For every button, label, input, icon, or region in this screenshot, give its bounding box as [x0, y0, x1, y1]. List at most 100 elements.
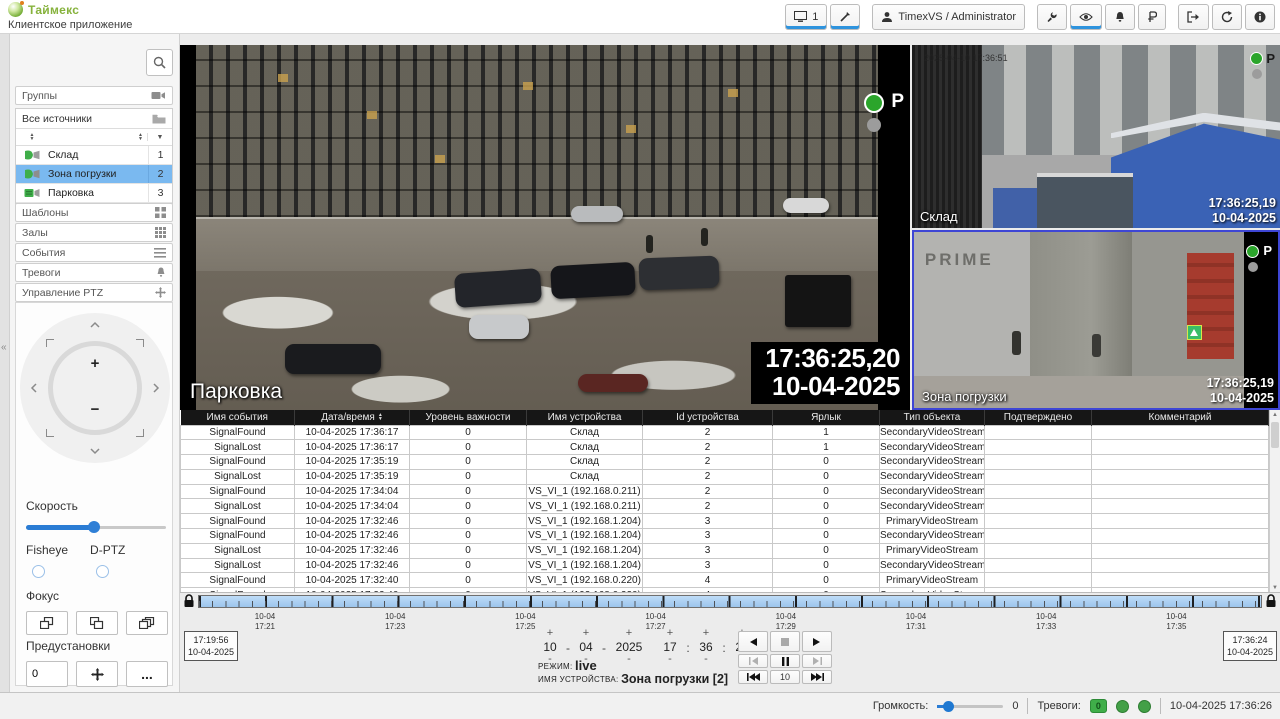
- sort-icon-name-column[interactable]: ▲▼: [138, 133, 143, 141]
- table-row[interactable]: SignalLost10-04-2025 17:32:460VS_VI_1 (1…: [181, 558, 1269, 573]
- lock-left-icon[interactable]: [183, 594, 195, 608]
- minute-increment-button[interactable]: +: [703, 629, 709, 640]
- monitor-button[interactable]: 1: [785, 4, 827, 30]
- month-increment-button[interactable]: +: [583, 629, 589, 640]
- ptz-left-icon[interactable]: [30, 382, 38, 394]
- fisheye-radio[interactable]: [32, 565, 45, 578]
- column-header[interactable]: Ярлык: [773, 410, 880, 425]
- alarms-button[interactable]: [1105, 4, 1135, 30]
- ptz-joystick[interactable]: + −: [20, 313, 170, 463]
- preset-go-button[interactable]: [76, 661, 118, 687]
- hour-increment-button[interactable]: +: [667, 629, 673, 640]
- table-scrollbar[interactable]: ▲ ▼: [1269, 410, 1280, 593]
- ptz-down-left-icon[interactable]: [46, 429, 54, 437]
- column-header[interactable]: Комментарий: [1092, 410, 1269, 425]
- pointer-tool-button[interactable]: [830, 4, 860, 30]
- panel-alarms[interactable]: Тревоги: [15, 263, 173, 282]
- table-row[interactable]: SignalFound10-04-2025 17:32:460VS_VI_1 (…: [181, 514, 1269, 529]
- day-increment-button[interactable]: +: [547, 629, 553, 640]
- ptz-up-icon[interactable]: [89, 321, 101, 329]
- table-row[interactable]: SignalLost10-04-2025 17:36:170Склад21Sec…: [181, 440, 1269, 455]
- info-button[interactable]: [1245, 4, 1275, 30]
- panel-ptz[interactable]: Управление PTZ: [15, 283, 173, 302]
- pause-button[interactable]: [770, 654, 800, 668]
- playback-speed-value[interactable]: 10: [770, 670, 800, 684]
- dptz-radio[interactable]: [96, 565, 109, 578]
- logout-button[interactable]: [1178, 4, 1209, 30]
- alarm-bell-icon: [156, 267, 166, 278]
- table-row[interactable]: SignalFound10-04-2025 17:32:400VS_VI_1 (…: [181, 573, 1269, 588]
- panel-templates[interactable]: Шаблоны: [15, 203, 173, 222]
- year-decrement-button[interactable]: -: [627, 655, 631, 666]
- focus-auto-button[interactable]: [126, 611, 168, 635]
- user-button[interactable]: TimexVS / Administrator: [872, 4, 1025, 30]
- play-backward-button[interactable]: [738, 631, 768, 652]
- column-header[interactable]: Id устройства: [643, 410, 773, 425]
- source-row-sklad[interactable]: Склад 1: [16, 146, 172, 165]
- preset-number-input[interactable]: [26, 661, 68, 687]
- lock-right-icon[interactable]: [1265, 594, 1277, 608]
- ptz-down-right-icon[interactable]: [136, 429, 144, 437]
- camera-tile-sklad[interactable]: 2025-04-10 17:36:51 P Склад 17:36:25,19 …: [912, 45, 1280, 228]
- year-increment-button[interactable]: +: [626, 629, 632, 640]
- sidebar-collapse-strip[interactable]: «: [0, 34, 10, 692]
- all-sources-node[interactable]: Все источники: [16, 109, 172, 129]
- stop-button[interactable]: [770, 631, 800, 652]
- skip-end-button[interactable]: [802, 670, 832, 684]
- volume-slider[interactable]: [937, 701, 1003, 712]
- table-cell: 2: [643, 425, 773, 440]
- step-backward-button[interactable]: [738, 654, 768, 668]
- table-row[interactable]: SignalFound10-04-2025 17:32:460VS_VI_1 (…: [181, 529, 1269, 544]
- scroll-down-icon[interactable]: ▼: [1272, 585, 1278, 591]
- camera-tile-zona-selected[interactable]: PRIME P Зона погрузки 17:36:25,19 10-04-…: [912, 230, 1280, 410]
- timeline-bar[interactable]: [198, 595, 1262, 608]
- column-header[interactable]: Дата/время▲▼: [295, 410, 410, 425]
- alarms-count-badge[interactable]: 0: [1090, 699, 1107, 713]
- skip-start-button[interactable]: [738, 670, 768, 684]
- ptz-down-icon[interactable]: [89, 447, 101, 455]
- table-row[interactable]: SignalFound10-04-2025 17:36:170Склад21Se…: [181, 425, 1269, 440]
- column-header[interactable]: Уровень важности: [410, 410, 527, 425]
- refresh-button[interactable]: [1212, 4, 1242, 30]
- settings-button[interactable]: [1037, 4, 1067, 30]
- zoom-in-button[interactable]: +: [91, 355, 100, 372]
- filter-dropdown-icon[interactable]: ▼: [157, 134, 164, 141]
- column-header[interactable]: Имя устройства: [527, 410, 643, 425]
- sort-icon-icon-column[interactable]: ▲▼: [30, 133, 35, 141]
- search-button[interactable]: [146, 49, 173, 76]
- focus-near-button[interactable]: [26, 611, 68, 635]
- scrollbar-thumb[interactable]: [1271, 422, 1279, 448]
- focus-far-button[interactable]: [76, 611, 118, 635]
- panel-events[interactable]: События: [15, 243, 173, 262]
- column-header[interactable]: Подтверждено: [985, 410, 1092, 425]
- table-row[interactable]: SignalLost10-04-2025 17:34:040VS_VI_1 (1…: [181, 499, 1269, 514]
- payment-button[interactable]: [1138, 4, 1166, 30]
- table-row[interactable]: SignalFound10-04-2025 17:35:190Склад20Se…: [181, 455, 1269, 470]
- column-header[interactable]: Имя события: [181, 410, 295, 425]
- play-forward-button[interactable]: [802, 631, 832, 652]
- hour-decrement-button[interactable]: -: [668, 655, 672, 666]
- source-row-parkovka[interactable]: Парковка 3: [16, 184, 172, 203]
- camera-tile-parkovka[interactable]: P Парковка 17:36:25,20 10-04-2025: [180, 45, 910, 410]
- table-body: SignalFound10-04-2025 17:36:170Склад21Se…: [181, 425, 1269, 593]
- minute-decrement-button[interactable]: -: [704, 655, 708, 666]
- ptz-up-left-icon[interactable]: [46, 339, 54, 347]
- zoom-out-button[interactable]: −: [91, 401, 100, 418]
- volume-thumb[interactable]: [943, 701, 954, 712]
- table-row[interactable]: SignalLost10-04-2025 17:35:190Склад20Sec…: [181, 469, 1269, 484]
- panel-halls[interactable]: Залы: [15, 223, 173, 242]
- view-button[interactable]: [1070, 4, 1102, 30]
- table-row[interactable]: SignalFound10-04-2025 17:34:040VS_VI_1 (…: [181, 484, 1269, 499]
- table-row[interactable]: SignalLost10-04-2025 17:32:460VS_VI_1 (1…: [181, 543, 1269, 558]
- source-row-zona-selected[interactable]: Зона погрузки 2: [16, 165, 172, 184]
- focus-near-icon: [40, 617, 54, 629]
- speed-slider-thumb[interactable]: [88, 521, 100, 533]
- ptz-up-right-icon[interactable]: [136, 339, 144, 347]
- speed-slider[interactable]: [26, 521, 166, 533]
- panel-groups-header[interactable]: Группы: [15, 86, 173, 105]
- step-forward-button[interactable]: [802, 654, 832, 668]
- preset-more-button[interactable]: ...: [126, 661, 168, 687]
- ptz-right-icon[interactable]: [152, 382, 160, 394]
- scroll-up-icon[interactable]: ▲: [1272, 412, 1278, 418]
- column-header[interactable]: Тип объекта: [880, 410, 985, 425]
